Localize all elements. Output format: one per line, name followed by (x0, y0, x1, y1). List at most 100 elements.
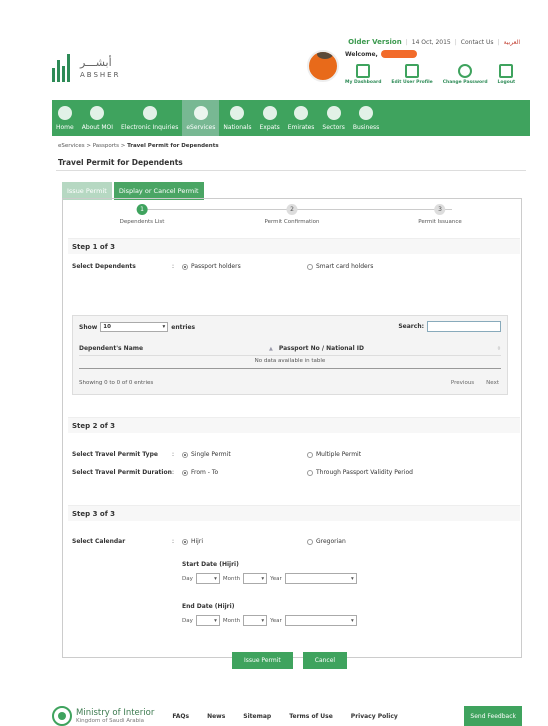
cancel-button[interactable]: Cancel (302, 652, 348, 669)
radio-dot (182, 263, 188, 270)
radio-dot (307, 451, 313, 458)
change-password-link[interactable]: Change Password (443, 64, 488, 85)
send-feedback-button[interactable]: Send Feedback (464, 706, 522, 726)
arabic-language-link[interactable]: العربية (504, 39, 520, 46)
chevron-down-icon: ▾ (214, 575, 217, 582)
nav-emirates[interactable]: Emirates (284, 100, 319, 136)
nav-nationals[interactable]: Nationals (219, 100, 255, 136)
footer-news-link[interactable]: News (207, 713, 225, 720)
nav-home[interactable]: Home (52, 100, 78, 136)
nav-about-moi[interactable]: About MOI (78, 100, 117, 136)
page-title: Travel Permit for Dependents (58, 158, 183, 167)
radio-passport-validity[interactable]: Through Passport Validity Period (307, 469, 413, 476)
step2-title: Step 2 of 3 (68, 418, 520, 433)
radio-passport-holders[interactable]: Passport holders (182, 263, 307, 270)
permit-type-row: Select Travel Permit Type : Single Permi… (72, 451, 362, 458)
hand-key-icon (458, 64, 473, 78)
form-actions: Issue Permit Cancel (232, 652, 348, 669)
select-dependents-row: Select Dependents : Passport holders Sma… (72, 263, 374, 270)
radio-hijri[interactable]: Hijri (182, 538, 307, 545)
issue-permit-button[interactable]: Issue Permit (232, 652, 293, 669)
radio-from-to[interactable]: From - To (182, 469, 307, 476)
radio-single-permit[interactable]: Single Permit (182, 451, 307, 458)
entries-select[interactable]: 10 ▾ (100, 322, 169, 332)
radio-gregorian[interactable]: Gregorian (307, 538, 346, 545)
step2-panel: Step 2 of 3 Select Travel Permit Type : … (68, 417, 520, 487)
nav-expats[interactable]: Expats (255, 100, 283, 136)
edit-profile-link[interactable]: Edit User Profile (391, 64, 433, 85)
person-icon (230, 106, 245, 120)
logout-link[interactable]: Logout (498, 64, 515, 85)
radio-dot (182, 469, 188, 476)
radio-smart-card-holders[interactable]: Smart card holders (307, 263, 373, 270)
user-panel: Welcome, My Dashboard Edit User Profile … (307, 50, 515, 85)
breadcrumb-passports[interactable]: Passports (93, 143, 119, 149)
radio-dot (307, 469, 313, 476)
chevron-down-icon: ▾ (351, 617, 354, 624)
page-length-control: Show 10 ▾ entries (79, 322, 196, 332)
contact-us-link[interactable]: Contact Us (461, 39, 494, 46)
select-dependents-label: Select Dependents (72, 263, 136, 270)
table-header: Dependent's Name ▲ Passport No / Nationa… (79, 342, 501, 356)
breadcrumb: eServices > Passports > Travel Permit fo… (58, 143, 219, 149)
sort-asc-icon: ▲ (269, 345, 273, 352)
start-year-select[interactable]: ▾ (284, 573, 357, 584)
pagination: Previous Next (451, 380, 499, 386)
table-info: Showing 0 to 0 of 0 entries (79, 380, 154, 386)
search-input[interactable] (427, 321, 501, 332)
older-version-link[interactable]: Older Version (348, 38, 402, 46)
radio-dot (182, 451, 188, 458)
logout-icon (499, 64, 514, 78)
breadcrumb-eservices[interactable]: eServices (58, 143, 85, 149)
footer-sitemap-link[interactable]: Sitemap (243, 713, 271, 720)
step-indicator-1: 1 Dependents List (119, 204, 165, 225)
absher-logo-mark (52, 52, 74, 82)
emblem-icon (90, 106, 105, 120)
start-day-select[interactable]: ▾ (195, 573, 220, 584)
col-passport-id[interactable]: Passport No / National ID (279, 345, 497, 352)
next-page-button[interactable]: Next (486, 380, 499, 386)
home-icon (57, 106, 72, 120)
avatar (307, 50, 339, 82)
chevron-down-icon: ▾ (261, 617, 265, 624)
absher-logo[interactable]: أبشـــر ABSHER (52, 52, 120, 82)
footer-terms-link[interactable]: Terms of Use (289, 713, 333, 720)
start-date-group: Start Date (Hijri) Day ▾ Month ▾ Year ▾ (182, 561, 357, 584)
nav-eservices[interactable]: eServices (182, 100, 220, 136)
chevron-down-icon: ▾ (162, 324, 166, 330)
current-date: 14 Oct, 2015 (411, 38, 451, 46)
start-month-select[interactable]: ▾ (243, 573, 268, 584)
footer: Ministry of Interior Kingdom of Saudi Ar… (52, 702, 530, 726)
progress-steps: 1 Dependents List 2 Permit Confirmation … (72, 204, 512, 232)
permit-duration-row: Select Travel Permit Duration : From - T… (72, 469, 413, 476)
welcome-text: Welcome, (345, 50, 515, 58)
radio-dot (182, 538, 188, 545)
step-indicator-3: 3 Permit Issuance (418, 204, 462, 225)
end-day-select[interactable]: ▾ (195, 615, 220, 626)
page: Older Version | 14 Oct, 2015 | Contact U… (52, 30, 530, 726)
sort-icon: ⇳ (496, 345, 501, 352)
top-links: Older Version | 14 Oct, 2015 | Contact U… (348, 38, 520, 46)
previous-page-button[interactable]: Previous (451, 380, 474, 386)
moi-seal-icon (52, 706, 72, 726)
inquiry-icon (142, 106, 157, 120)
end-month-select[interactable]: ▾ (243, 615, 268, 626)
radio-dot (307, 538, 313, 545)
dashboard-icon (356, 64, 371, 78)
nav-electronic-inquiries[interactable]: Electronic Inquiries (117, 100, 182, 136)
footer-privacy-link[interactable]: Privacy Policy (351, 713, 398, 720)
step-indicator-2: 2 Permit Confirmation (264, 204, 320, 225)
edit-icon (405, 64, 420, 78)
footer-faqs-link[interactable]: FAQs (172, 713, 189, 720)
table-empty-row: No data available in table (79, 358, 501, 369)
briefcase-icon (359, 106, 374, 120)
end-year-select[interactable]: ▾ (284, 615, 357, 626)
main-nav: Home About MOI Electronic Inquiries eSer… (52, 100, 530, 136)
nav-business[interactable]: Business (349, 100, 383, 136)
nav-sectors[interactable]: Sectors (318, 100, 348, 136)
globe-icon (193, 106, 208, 120)
radio-multiple-permit[interactable]: Multiple Permit (307, 451, 361, 458)
moi-logo[interactable]: Ministry of Interior Kingdom of Saudi Ar… (52, 706, 154, 726)
col-dependent-name[interactable]: Dependent's Name (79, 345, 269, 352)
my-dashboard-link[interactable]: My Dashboard (345, 64, 381, 85)
